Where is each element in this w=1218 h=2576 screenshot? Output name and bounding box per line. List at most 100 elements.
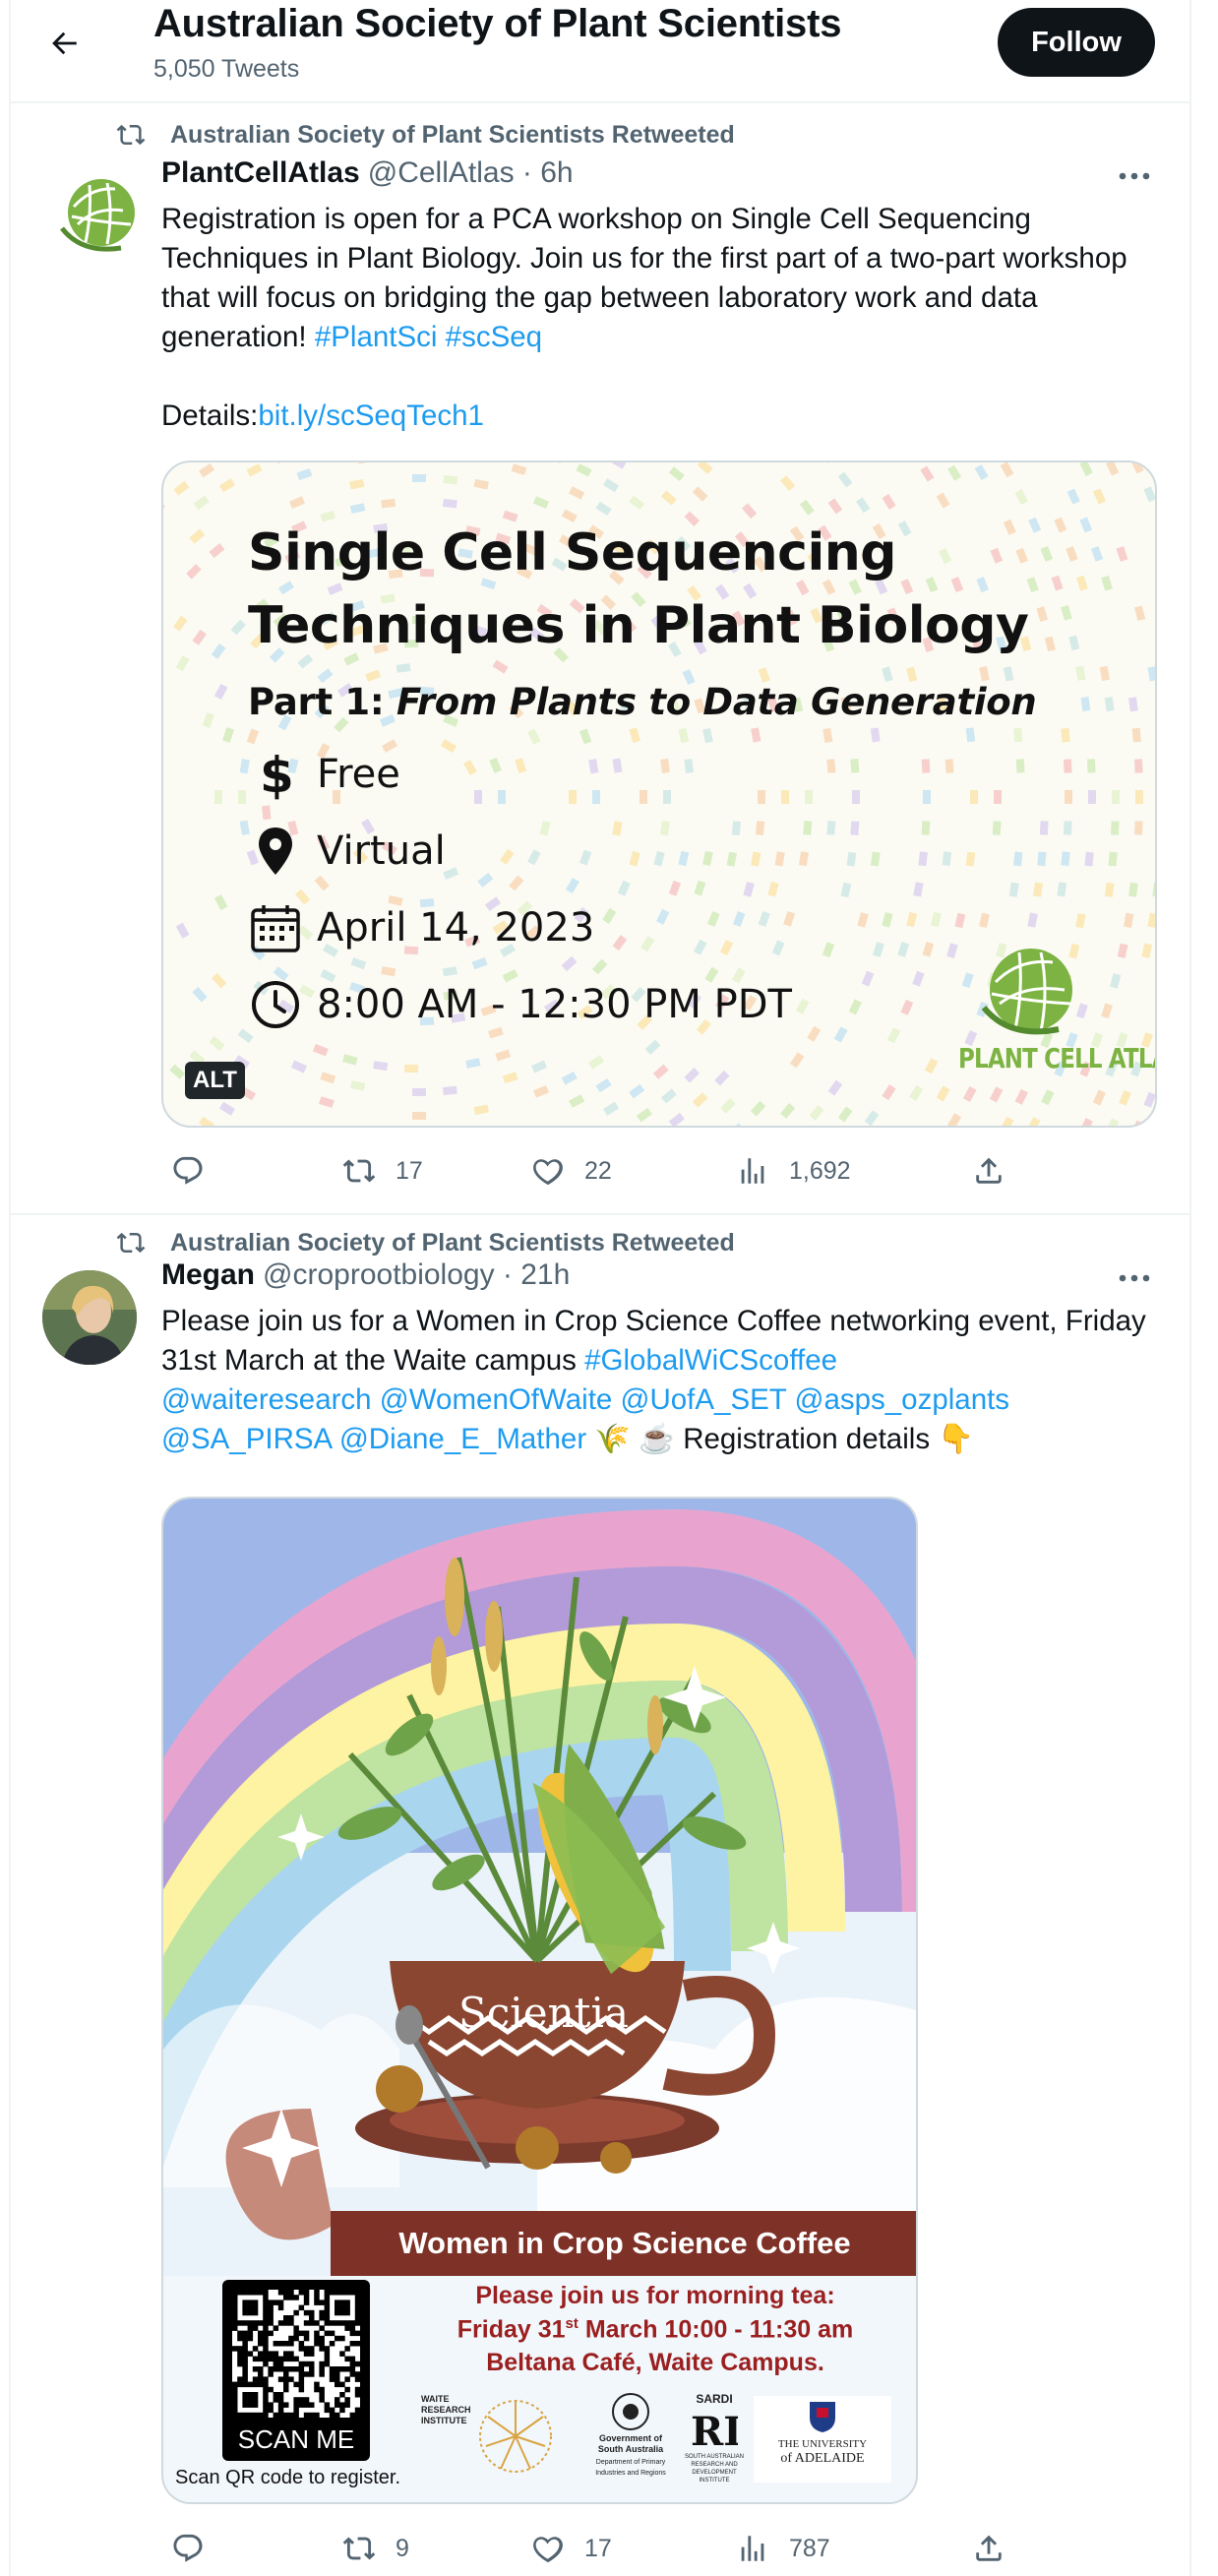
flyer-line2-pre: Friday 31	[457, 2315, 566, 2344]
reply-icon	[173, 2534, 203, 2562]
scan-me-label: SCAN ME	[237, 2423, 355, 2454]
views-chart-icon	[741, 1158, 764, 1184]
plant-cell-atlas-globe-icon	[981, 949, 1072, 1035]
svg-text:$: $	[260, 749, 294, 800]
arrow-left-icon	[52, 31, 77, 55]
views-button[interactable]: 1,692	[736, 1146, 851, 1196]
tweet-actions: 17 22 1,692	[161, 1146, 1047, 1196]
share-button[interactable]	[972, 1146, 1025, 1196]
heart-icon	[533, 1159, 563, 1186]
like-count: 22	[584, 1156, 612, 1185]
profile-photo-icon	[42, 1270, 137, 1365]
mention-link[interactable]: @SA_PIRSA	[161, 1423, 332, 1455]
tweet[interactable]: Australian Society of Plant Scientists R…	[11, 1215, 1189, 2576]
workshop-flyer-image[interactable]: Single Cell Sequencing Techniques in Pla…	[161, 460, 1157, 1128]
svg-text:RD: RD	[691, 2409, 738, 2451]
retweet-button[interactable]: 17	[342, 1146, 423, 1196]
view-count: 787	[789, 2534, 830, 2562]
tweet-text: Please join us for a Women in Crop Scien…	[161, 1302, 1155, 1459]
flyer-time-row: 8:00 AM - 12:30 PM PDT	[248, 975, 792, 1034]
map-pin-icon	[248, 824, 303, 879]
details-label: Details:	[161, 399, 259, 432]
reply-icon	[173, 1156, 203, 1185]
part-italic: From Plants to Data Generation	[396, 681, 1037, 723]
waite-logo: WAITE RESEARCH INSTITUTE	[421, 2394, 471, 2425]
scan-caption: Scan QR code to register.	[175, 2467, 401, 2488]
sa-government-crest-icon	[612, 2393, 649, 2430]
adelaide-logo-line2: of ADELAIDE	[780, 2451, 865, 2466]
hashtag-link[interactable]: #GlobalWiCScoffee	[584, 1344, 837, 1377]
hashtag-link[interactable]: #scSeq	[446, 321, 542, 353]
cup-label: Scientia	[458, 1989, 629, 2037]
views-button[interactable]: 787	[736, 2524, 830, 2573]
like-count: 17	[584, 2534, 612, 2562]
details-link[interactable]: bit.ly/scSeqTech1	[258, 399, 484, 432]
follow-button[interactable]: Follow	[998, 8, 1155, 77]
dollar-icon: $	[248, 747, 303, 802]
retweet-button[interactable]: 9	[342, 2524, 409, 2573]
reply-button[interactable]	[171, 2524, 224, 2573]
qr-code-block[interactable]: SCAN ME	[222, 2280, 370, 2461]
retweet-icon	[116, 124, 146, 146]
tweet-text: Registration is open for a PCA workshop …	[161, 200, 1155, 436]
mention-link[interactable]: @asps_ozplants	[795, 1383, 1010, 1416]
avatar[interactable]	[52, 167, 147, 262]
retweet-count: 17	[396, 1156, 423, 1185]
sardi-emblem-icon: RD	[691, 2409, 738, 2451]
back-button[interactable]	[42, 22, 86, 65]
share-icon	[976, 1157, 1002, 1184]
flyer-line2-sup: st	[565, 2315, 579, 2332]
mention-link[interactable]: @waiteresearch	[161, 1383, 372, 1416]
tweet-author-line: PlantCellAtlas @CellAtlas · 6h	[161, 156, 574, 196]
more-dots-icon	[1119, 1274, 1150, 1282]
tweet-author-line: Megan @croprootbiology · 21h	[161, 1258, 570, 1298]
flyer-time: 8:00 AM - 12:30 PM PDT	[317, 982, 792, 1027]
mention-link[interactable]: @WomenOfWaite	[380, 1383, 613, 1416]
retweet-count: 9	[396, 2534, 409, 2562]
adelaide-logo: THE UNIVERSITY of ADELAIDE	[754, 2396, 891, 2483]
adelaide-crest-icon	[810, 2402, 835, 2432]
qr-pattern-icon	[232, 2290, 361, 2419]
like-button[interactable]: 17	[531, 2524, 612, 2573]
tree-roots-logo-icon	[479, 2400, 552, 2473]
timeline-column: Australian Society of Plant Scientists 5…	[9, 0, 1191, 2576]
flyer-location-row: Virtual	[248, 822, 446, 881]
views-chart-icon	[741, 2536, 764, 2561]
profile-header: Australian Society of Plant Scientists 5…	[11, 0, 1189, 103]
view-count: 1,692	[789, 1156, 851, 1185]
flyer-title-line1: Single Cell Sequencing	[248, 523, 897, 583]
avatar[interactable]	[42, 1270, 137, 1365]
author-handle-time[interactable]: @croprootbiology · 21h	[263, 1258, 570, 1292]
flyer-title-line2: Techniques in Plant Biology	[248, 596, 1029, 655]
clock-icon	[248, 977, 303, 1032]
tweet[interactable]: Australian Society of Plant Scientists R…	[11, 101, 1189, 1215]
share-button[interactable]	[972, 2524, 1025, 2573]
sardi-subtitle: SOUTH AUSTRALIAN RESEARCH AND DEVELOPMEN…	[685, 2454, 745, 2484]
alt-text-badge[interactable]: ALT	[185, 1062, 245, 1099]
mention-link[interactable]: @UofA_SET	[621, 1383, 787, 1416]
flyer-part-subtitle: Part 1: From Plants to Data Generation	[248, 681, 1037, 723]
mention-link[interactable]: @Diane_E_Mather	[339, 1423, 586, 1455]
author-name[interactable]: Megan	[161, 1258, 255, 1292]
adelaide-logo-line1: THE UNIVERSITY	[777, 2438, 868, 2450]
author-name[interactable]: PlantCellAtlas	[161, 156, 360, 190]
flyer-line2-post: March 10:00 - 11:30 am	[578, 2315, 854, 2344]
reply-button[interactable]	[171, 1146, 224, 1196]
tweet-text-end: 🌾 ☕ Registration details 👇	[586, 1423, 974, 1455]
retweet-icon	[342, 1159, 376, 1183]
more-options-button[interactable]	[1113, 1258, 1156, 1298]
author-handle-time[interactable]: @CellAtlas · 6h	[368, 156, 574, 190]
flyer-line2: Friday 31st March 10:00 - 11:30 am	[419, 2315, 891, 2344]
flyer-line3: Beltana Café, Waite Campus.	[486, 2349, 824, 2376]
sa-government-logo: Government of South Australia	[597, 2433, 664, 2454]
hashtag-link[interactable]: #PlantSci	[315, 321, 438, 353]
flyer-date-row: April 14, 2023	[248, 898, 594, 957]
flyer-date: April 14, 2023	[317, 905, 595, 951]
coffee-event-flyer-image[interactable]: Scientia Women in Crop Science Coffee Pl…	[161, 1497, 918, 2504]
qr-code	[232, 2290, 361, 2419]
retweeted-by-label: Australian Society of Plant Scientists R…	[170, 1228, 735, 1257]
more-options-button[interactable]	[1113, 156, 1156, 196]
tweet-text-body: Registration is open for a PCA workshop …	[161, 203, 1135, 353]
like-button[interactable]: 22	[531, 1146, 612, 1196]
flyer-cost-row: $ Free	[248, 745, 400, 804]
